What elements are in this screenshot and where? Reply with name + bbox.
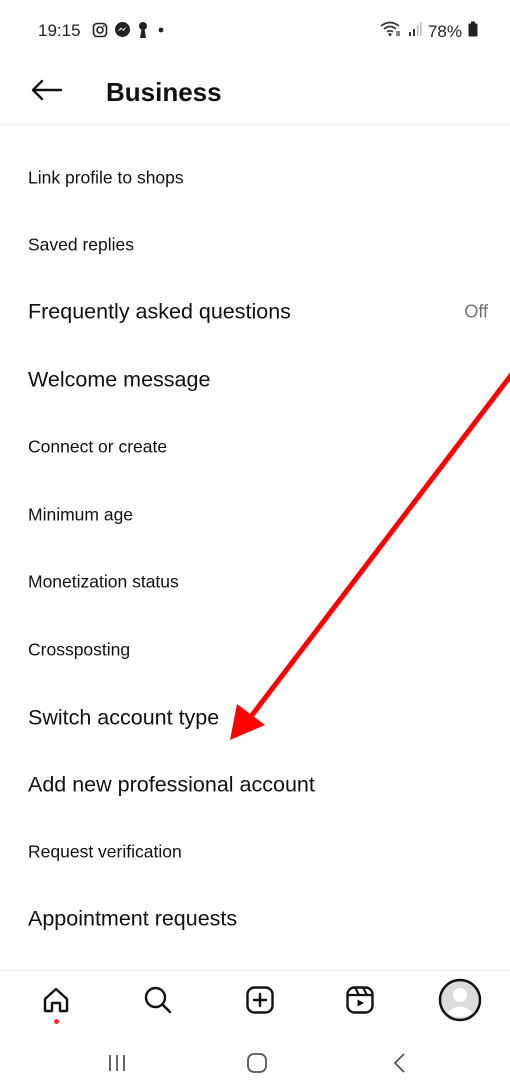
menu-item-label: Minimum age xyxy=(28,504,134,525)
home-notification-dot xyxy=(54,1019,59,1024)
menu-item-saved-replies[interactable]: Saved replies xyxy=(0,215,510,275)
menu-item-label: Request verification xyxy=(28,841,182,862)
status-right: 78% xyxy=(380,21,478,42)
menu-item-label: Frequently asked questions xyxy=(28,299,291,324)
bottom-nav xyxy=(0,970,510,1033)
menu-item-switch-account-type[interactable]: Switch account type xyxy=(0,688,510,748)
faq-status-value: Off xyxy=(464,301,488,322)
menu-item-label: Crossposting xyxy=(28,639,131,660)
menu-item-label: Saved replies xyxy=(28,234,135,255)
menu-item-label: Monetization status xyxy=(28,571,179,592)
signal-icon xyxy=(408,21,422,42)
reels-icon xyxy=(345,985,375,1020)
nav-search-button[interactable] xyxy=(133,977,183,1027)
menu-item-label: Add new professional account xyxy=(28,772,315,797)
profile-avatar-icon xyxy=(438,978,482,1027)
menu-item-welcome-message[interactable]: Welcome message xyxy=(0,350,510,410)
home-icon xyxy=(42,986,70,1019)
status-time: 19:15 xyxy=(38,21,81,40)
keyhole-icon xyxy=(137,21,149,44)
menu-item-connect-or-create[interactable]: Connect or create xyxy=(0,417,510,477)
menu-item-add-new-professional-account[interactable]: Add new professional account xyxy=(0,755,510,815)
menu-item-link-profile-to-shops[interactable]: Link profile to shops xyxy=(0,148,510,208)
messenger-icon xyxy=(114,21,131,43)
menu-item-monetization-status[interactable]: Monetization status xyxy=(0,552,510,612)
nav-create-button[interactable] xyxy=(235,977,285,1027)
system-nav-bar xyxy=(0,1038,510,1089)
status-left-icons xyxy=(92,21,167,43)
system-back-button[interactable] xyxy=(378,1048,422,1082)
back-chevron-icon xyxy=(390,1051,410,1080)
page-title: Business xyxy=(106,77,222,107)
arrow-left-icon xyxy=(29,78,63,107)
menu-item-label: Welcome message xyxy=(28,367,211,392)
dot-icon xyxy=(155,23,167,41)
menu-item-label: Link profile to shops xyxy=(28,167,184,188)
menu-item-crossposting[interactable]: Crossposting xyxy=(0,620,510,680)
nav-reels-button[interactable] xyxy=(335,977,385,1027)
system-home-button[interactable] xyxy=(235,1048,279,1082)
create-post-icon xyxy=(245,985,275,1020)
wifi-icon xyxy=(380,21,402,42)
menu-item-label: Connect or create xyxy=(28,436,168,457)
instagram-icon xyxy=(92,22,108,43)
menu-item-appointment-requests[interactable]: Appointment requests xyxy=(0,889,510,949)
back-button[interactable] xyxy=(26,72,66,112)
menu-item-label: Appointment requests xyxy=(28,906,238,931)
menu-item-minimum-age[interactable]: Minimum age xyxy=(0,485,510,545)
menu-item-label: Switch account type xyxy=(28,705,220,730)
status-bar: 19:15 78% xyxy=(0,0,510,62)
battery-percent: 78% xyxy=(427,21,462,41)
recents-icon xyxy=(106,1052,128,1079)
header: Business xyxy=(0,62,510,125)
menu-item-request-verification[interactable]: Request verification xyxy=(0,822,510,882)
nav-profile-button[interactable] xyxy=(435,977,485,1027)
battery-icon xyxy=(468,21,478,42)
home-circle-icon xyxy=(245,1051,269,1080)
recents-button[interactable] xyxy=(95,1048,139,1082)
menu-item-frequently-asked-questions[interactable]: Frequently asked questions Off xyxy=(0,282,510,342)
search-icon xyxy=(143,985,173,1020)
